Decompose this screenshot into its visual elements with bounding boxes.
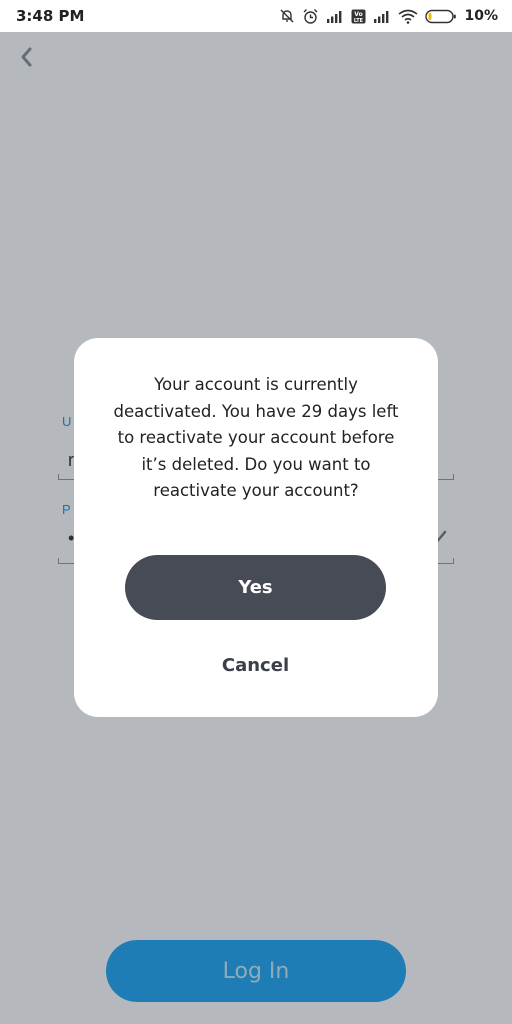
bell-off-icon xyxy=(279,8,295,24)
signal-icon xyxy=(373,9,391,23)
svg-text:Vo: Vo xyxy=(355,11,363,18)
volte-icon: Vo LTE xyxy=(351,9,366,24)
status-icons: Vo LTE 10% xyxy=(279,8,498,25)
signal-icon xyxy=(326,9,344,23)
dialog-message: Your account is currently deactivated. Y… xyxy=(113,375,399,500)
svg-text:LTE: LTE xyxy=(354,18,364,24)
screen: 3:48 PM Vo LTE 10% U r P • Log In Your a… xyxy=(0,0,512,1024)
battery-percent: 10% xyxy=(464,8,498,24)
yes-button[interactable]: Yes xyxy=(125,555,386,620)
cancel-button[interactable]: Cancel xyxy=(175,643,336,687)
wifi-icon xyxy=(398,9,418,24)
status-time: 3:48 PM xyxy=(16,7,85,25)
status-bar: 3:48 PM Vo LTE 10% xyxy=(0,0,512,32)
battery-icon xyxy=(425,9,457,24)
reactivate-dialog: Your account is currently deactivated. Y… xyxy=(74,338,438,717)
alarm-icon xyxy=(302,8,319,25)
